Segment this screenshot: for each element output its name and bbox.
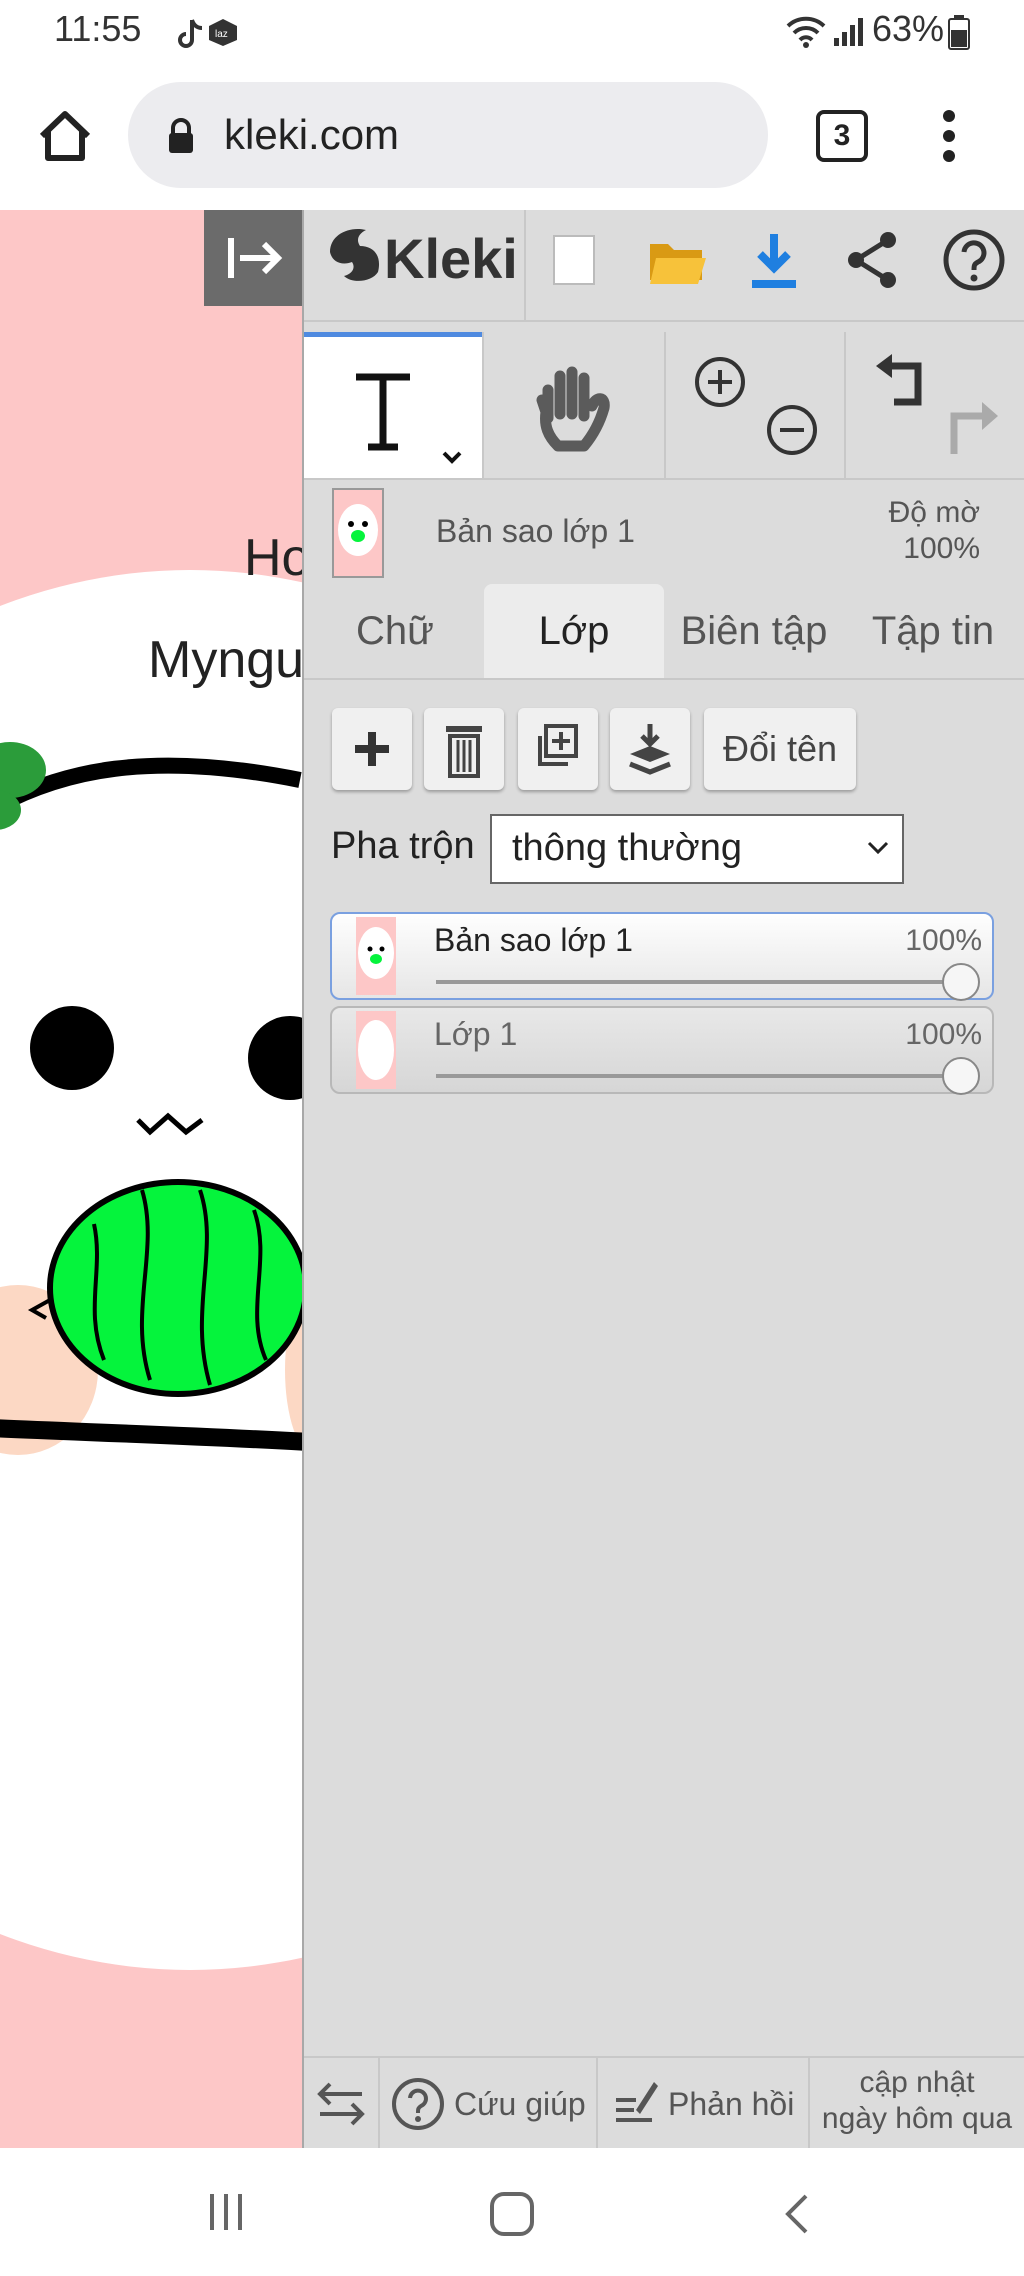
update-text-line1[interactable]: cập nhật (810, 2066, 1024, 2100)
help-icon[interactable] (942, 228, 1006, 292)
chevron-down-icon (867, 841, 889, 855)
tab-layers[interactable]: Lớp (484, 584, 664, 678)
open-folder-icon[interactable] (648, 236, 706, 286)
topbar-divider (524, 210, 526, 320)
swap-sides-icon[interactable] (316, 2080, 368, 2128)
signal-icon (834, 18, 863, 46)
layer-opacity: 100% (905, 1018, 982, 1051)
canvas-text-line-2: Myngu (148, 631, 302, 689)
help-circle-icon[interactable] (390, 2076, 446, 2132)
tool-divider (664, 332, 666, 478)
update-text-line2[interactable]: ngày hôm qua (810, 2102, 1024, 2136)
home-nav-icon[interactable] (488, 2190, 536, 2238)
redo-icon[interactable] (940, 400, 1004, 462)
svg-text:laz: laz (215, 29, 228, 40)
duplicate-icon (538, 724, 578, 766)
layer-thumbnail (356, 917, 396, 995)
bottom-divider (596, 2056, 598, 2148)
battery-icon (948, 15, 970, 50)
plus-icon (355, 732, 389, 766)
feedback-icon[interactable] (612, 2076, 660, 2132)
blend-mode-value: thông thường (512, 827, 742, 869)
app-logo-text: Kleki (384, 227, 518, 290)
zoom-out-icon[interactable] (764, 402, 820, 458)
current-layer-thumbnail (332, 488, 384, 578)
add-layer-button[interactable] (332, 708, 412, 790)
current-layer-name: Bản sao lớp 1 (436, 513, 635, 549)
share-icon[interactable] (844, 230, 900, 290)
battery-percent: 63% (872, 8, 945, 49)
tab-text[interactable]: Chữ (330, 584, 460, 678)
hand-tool-icon[interactable] (530, 360, 610, 456)
collapse-arrow-icon (228, 238, 283, 278)
tiktok-icon (178, 19, 203, 48)
tool-divider (844, 332, 846, 478)
canvas-artwork (0, 570, 302, 1970)
layer-opacity: 100% (905, 924, 982, 957)
browser-menu-icon[interactable] (934, 108, 964, 164)
home-icon[interactable] (36, 108, 94, 164)
delete-layer-button[interactable] (424, 708, 504, 790)
status-time: 11:55 (54, 8, 142, 49)
opacity-value: 100% (903, 532, 980, 565)
blend-mode-label: Pha trộn (331, 825, 475, 867)
download-icon[interactable] (748, 232, 800, 290)
lock-icon (169, 118, 193, 153)
layer-name: Bản sao lớp 1 (434, 922, 633, 958)
tool-divider (482, 332, 484, 478)
layer-opacity-slider[interactable] (436, 980, 960, 984)
status-bar: 11:55 laz 63% (0, 0, 1024, 66)
layer-opacity-slider[interactable] (436, 1074, 960, 1078)
kleki-logo-icon (330, 228, 380, 281)
collapse-panel-button[interactable] (204, 210, 302, 306)
help-link[interactable]: Cứu giúp (454, 2086, 586, 2123)
text-tool-button[interactable] (304, 332, 482, 478)
tab-file[interactable]: Tập tin (858, 584, 1008, 678)
feedback-link[interactable]: Phản hồi (668, 2086, 794, 2123)
tab-switcher-button[interactable]: 3 (816, 110, 868, 162)
rename-layer-button[interactable]: Đổi tên (704, 708, 856, 790)
layer-opacity-knob[interactable] (942, 1057, 980, 1095)
lazada-icon: laz (209, 19, 237, 46)
drawing-canvas[interactable]: Ho Myngu (0, 210, 302, 2148)
duplicate-layer-button[interactable] (518, 708, 598, 790)
layer-thumbnail (356, 1011, 396, 1089)
undo-icon[interactable] (870, 352, 934, 412)
opacity-label: Độ mờ (888, 496, 980, 529)
url-text[interactable]: kleki.com (224, 111, 399, 159)
merge-down-button[interactable] (610, 708, 690, 790)
tab-edit[interactable]: Biên tập (668, 584, 840, 678)
recent-apps-icon[interactable] (206, 2190, 246, 2234)
bottom-divider (378, 2056, 380, 2148)
merge-down-icon (629, 724, 671, 775)
trash-icon (446, 726, 482, 778)
layer-opacity-knob[interactable] (942, 963, 980, 1001)
back-nav-icon[interactable] (780, 2190, 812, 2238)
zoom-in-icon[interactable] (692, 354, 748, 410)
canvas-text-line-1: Ho (244, 529, 302, 587)
layer-name: Lớp 1 (434, 1016, 518, 1052)
text-tool-icon (356, 373, 462, 464)
wifi-icon (786, 16, 826, 48)
new-file-icon[interactable] (552, 234, 596, 286)
